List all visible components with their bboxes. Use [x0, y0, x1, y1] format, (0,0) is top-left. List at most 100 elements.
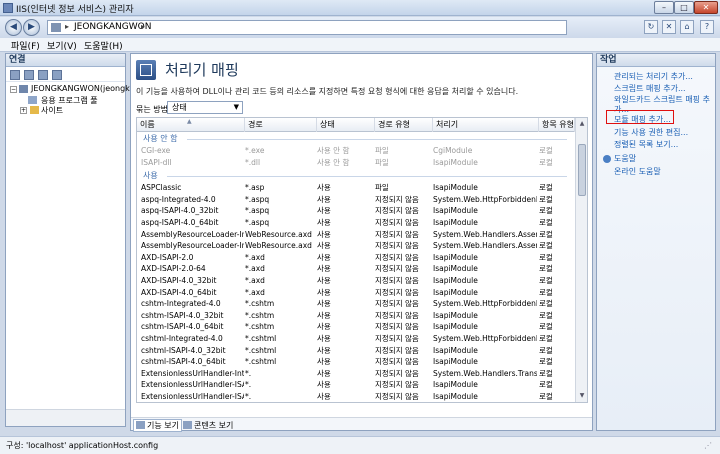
table-cell: aspq-ISAPI-4.0_64bit: [141, 218, 219, 227]
table-cell: WebResource.axd: [245, 229, 312, 239]
table-row[interactable]: cshtm-ISAPI-4.0_64bit *.cshtm 사용 지정되지 않음 Isa…: [137, 321, 575, 333]
home-icon[interactable]: ⌂: [680, 20, 694, 34]
table-cell: IsapiModule: [433, 310, 478, 320]
group-header[interactable]: 사용: [137, 170, 575, 182]
table-row[interactable]: cshtml-Integrated-4.0 *.cshtml 사용 지정되지 않음 Sy…: [137, 333, 575, 345]
forward-button[interactable]: ▶: [23, 19, 40, 36]
maximize-button[interactable]: □: [674, 1, 694, 14]
server-icon: [19, 85, 28, 93]
grid-vertical-scrollbar[interactable]: ▲ ▼: [575, 118, 587, 402]
table-row[interactable]: AXD-ISAPI-2.0 *.axd 사용 지정되지 않음 IsapiModule 로컬: [137, 252, 575, 264]
resize-grip-icon[interactable]: ⋰: [704, 441, 714, 451]
table-cell: 파일: [375, 157, 389, 167]
group-header[interactable]: 사용 안 함: [137, 133, 575, 145]
table-row[interactable]: ASPClassic *.asp 사용 파일 IsapiModule 로컬: [137, 182, 575, 194]
tree-item-server[interactable]: JEONGKANGWON(jeongkang: [31, 84, 145, 93]
tree-item-sites[interactable]: 사이트: [41, 105, 63, 116]
handler-mappings-icon: [136, 60, 156, 80]
table-row[interactable]: CGI-exe *.exe 사용 안 함 파일 CgiModule 로컬: [137, 145, 575, 157]
grid-body: 사용 안 함 CGI-exe *.exe 사용 안 함 파일 CgiModule 로컬 ISA…: [137, 133, 575, 402]
view-tabs: 기능 보기 콘텐츠 보기: [131, 417, 592, 432]
scroll-down-icon[interactable]: ▼: [576, 390, 587, 401]
table-cell: *.cshtml: [245, 345, 277, 355]
group-header-label: 사용 안 함: [143, 134, 178, 143]
breadcrumb-server[interactable]: JEONGKANGWON: [74, 22, 151, 32]
connections-pane: 연결 − JEONGKANGWON(jeongkang 응용 프로그램 풀 + …: [5, 53, 145, 427]
close-button[interactable]: ✕: [694, 1, 718, 14]
menu-view[interactable]: 보기(V): [47, 39, 77, 52]
column-header-path[interactable]: 경로: [245, 118, 317, 132]
table-cell: 지정되지 않음: [375, 322, 419, 332]
connect-icon[interactable]: [10, 70, 20, 80]
status-text: 구성: 'localhost' applicationHost.config: [6, 441, 159, 450]
table-row[interactable]: AXD-ISAPI-4.0_32bit *.axd 사용 지정되지 않음 IsapiMo…: [137, 275, 575, 287]
tab-features-label: 기능 보기: [147, 421, 179, 430]
table-cell: *.axd: [245, 276, 265, 285]
action-help[interactable]: 도움말: [614, 153, 636, 164]
action-edit-feature-permissions[interactable]: 기능 사용 권한 편집...: [614, 127, 688, 138]
table-row[interactable]: AXD-ISAPI-4.0_64bit *.axd 사용 지정되지 않음 IsapiMo…: [137, 287, 575, 299]
table-cell: cshtml-Integrated-4.0: [141, 334, 223, 343]
table-row[interactable]: aspq-Integrated-4.0 *.aspq 사용 지정되지 않음 System…: [137, 194, 575, 206]
table-row[interactable]: ExtensionlessUrlHandler-ISAPI...*. 사용 지정되지…: [137, 391, 575, 402]
action-view-ordered-list[interactable]: 정렬된 목록 보기...: [614, 139, 678, 150]
table-cell: *.axd: [245, 264, 265, 274]
table-cell: 지정되지 않음: [375, 310, 419, 320]
table-row[interactable]: AssemblyResourceLoader-Inte...WebResourc…: [137, 229, 575, 241]
tree-collapse-icon[interactable]: −: [10, 86, 17, 93]
table-row[interactable]: ISAPI-dll *.dll 사용 안 함 파일 IsapiModule 로컬: [137, 157, 575, 169]
breadcrumb-separator-icon: ▸: [141, 22, 146, 31]
table-cell: 로컬: [539, 322, 553, 332]
group-by-select[interactable]: 상태 ▼: [167, 101, 243, 114]
table-cell: 사용: [317, 345, 331, 355]
table-row[interactable]: cshtml-ISAPI-4.0_64bit *.cshtml 사용 지정되지 않음 I…: [137, 356, 575, 368]
table-row[interactable]: aspq-ISAPI-4.0_64bit *.aspq 사용 지정되지 않음 Isapi…: [137, 217, 575, 229]
table-cell: *.cshtm: [245, 322, 275, 332]
tab-content-view[interactable]: 콘텐츠 보기: [183, 420, 233, 431]
scrollbar-thumb[interactable]: [578, 144, 586, 196]
table-cell: 로컬: [539, 229, 553, 239]
column-header-state[interactable]: 상태: [317, 118, 375, 132]
address-field[interactable]: ▸ JEONGKANGWON ▸: [47, 20, 567, 35]
table-row[interactable]: AssemblyResourceLoader-Inte...WebResourc…: [137, 240, 575, 252]
table-cell: 로컬: [539, 194, 553, 204]
table-row[interactable]: aspq-ISAPI-4.0_32bit *.aspq 사용 지정되지 않음 Isapi…: [137, 205, 575, 217]
scroll-up-icon[interactable]: ▲: [576, 118, 587, 129]
table-cell: 사용 안 함: [317, 146, 350, 155]
table-cell: 로컬: [539, 241, 553, 251]
table-cell: aspq-Integrated-4.0: [141, 194, 216, 204]
column-header-entry-type[interactable]: 항목 유형: [539, 118, 575, 132]
connections-horizontal-scrollbar[interactable]: [6, 409, 125, 426]
table-row[interactable]: cshtml-ISAPI-4.0_32bit *.cshtml 사용 지정되지 않음 I…: [137, 345, 575, 357]
table-cell: CgiModule: [433, 146, 473, 155]
column-header-path-type[interactable]: 경로 유형: [375, 118, 433, 132]
menu-help[interactable]: 도움말(H): [84, 39, 123, 52]
action-add-managed-handler[interactable]: 관리되는 처리기 추가...: [614, 71, 693, 82]
tree-expand-icon[interactable]: +: [20, 107, 27, 114]
table-cell: ISAPI-dll: [141, 157, 172, 167]
table-cell: 로컬: [539, 368, 553, 378]
table-cell: 지정되지 않음: [375, 264, 419, 274]
title-bar: IIS(인터넷 정보 서비스) 관리자 – □ ✕: [0, 0, 720, 16]
stop-icon[interactable]: ✕: [662, 20, 676, 34]
table-row[interactable]: cshtm-ISAPI-4.0_32bit *.cshtm 사용 지정되지 않음 Isa…: [137, 310, 575, 322]
tab-features-view[interactable]: 기능 보기: [133, 419, 182, 432]
disconnect-icon[interactable]: [52, 70, 62, 80]
column-header-handler[interactable]: 처리기: [433, 118, 539, 132]
table-cell: ExtensionlessUrlHandler-ISAPI...: [141, 380, 244, 390]
open-icon[interactable]: [38, 70, 48, 80]
save-icon[interactable]: [24, 70, 34, 80]
server-node-icon: [51, 23, 61, 32]
help-icon[interactable]: ?: [700, 20, 714, 34]
table-row[interactable]: ExtensionlessUrlHandler-Integ...*. 사용 지정되지…: [137, 368, 575, 380]
minimize-button[interactable]: –: [654, 1, 674, 14]
table-row[interactable]: AXD-ISAPI-2.0-64 *.axd 사용 지정되지 않음 IsapiModul…: [137, 263, 575, 275]
action-add-script-map[interactable]: 스크립트 매핑 추가...: [614, 83, 686, 94]
table-cell: 사용 안 함: [317, 157, 350, 167]
back-button[interactable]: ◀: [5, 19, 22, 36]
table-row[interactable]: cshtm-Integrated-4.0 *.cshtm 사용 지정되지 않음 Syst…: [137, 298, 575, 310]
action-online-help[interactable]: 온라인 도움말: [614, 166, 661, 177]
table-row[interactable]: ExtensionlessUrlHandler-ISAPI...*. 사용 지정되지…: [137, 379, 575, 391]
refresh-icon[interactable]: ↻: [644, 20, 658, 34]
menu-file[interactable]: 파일(F): [11, 39, 40, 52]
